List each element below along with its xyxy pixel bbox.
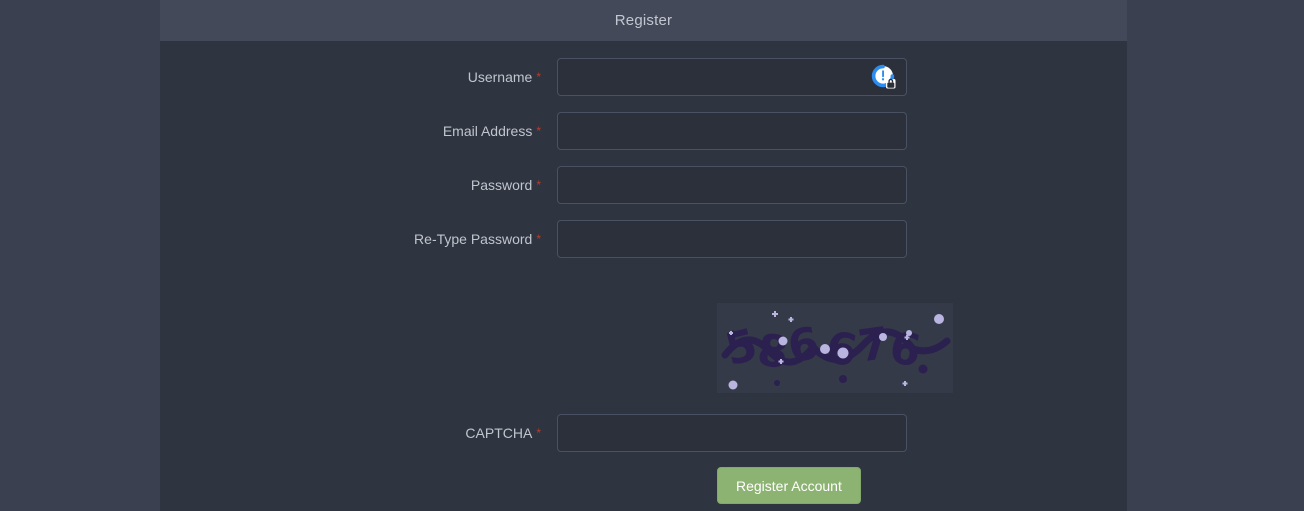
field-wrap-email <box>557 112 907 150</box>
field-wrap-captcha <box>557 414 907 452</box>
label-captcha-text: CAPTCHA <box>465 425 533 441</box>
field-wrap-retype-password <box>557 220 907 258</box>
required-asterisk: * <box>536 70 541 84</box>
form-row-email: Email Address * <box>160 112 1127 150</box>
field-wrap-username <box>557 58 907 96</box>
label-captcha: CAPTCHA * <box>160 425 541 441</box>
captcha-svg: 5 8 6 6 7 6 <box>717 303 953 393</box>
required-asterisk: * <box>536 124 541 138</box>
register-page: Register Username * Email Address * Pass… <box>0 0 1304 511</box>
required-asterisk: * <box>536 426 541 440</box>
required-asterisk: * <box>536 232 541 246</box>
form-row-username: Username * <box>160 58 1127 96</box>
label-retype-password: Re-Type Password * <box>160 231 541 247</box>
register-account-button[interactable]: Register Account <box>717 467 861 504</box>
password-manager-lock-icon[interactable] <box>871 64 897 90</box>
form-row-password: Password * <box>160 166 1127 204</box>
retype-password-input[interactable] <box>557 220 907 258</box>
panel-body: Username * Email Address * Password * Re… <box>160 41 1127 511</box>
label-retype-password-text: Re-Type Password <box>414 231 533 247</box>
register-panel: Register Username * Email Address * Pass… <box>160 0 1127 511</box>
submit-row: Register Account <box>717 467 861 504</box>
label-email-text: Email Address <box>442 123 533 139</box>
required-asterisk: * <box>536 178 541 192</box>
password-input[interactable] <box>557 166 907 204</box>
email-input[interactable] <box>557 112 907 150</box>
label-username-text: Username <box>467 69 533 85</box>
captcha-input[interactable] <box>557 414 907 452</box>
username-input[interactable] <box>557 58 907 96</box>
form-row-captcha: CAPTCHA * <box>160 414 1127 452</box>
captcha-image: 5 8 6 6 7 6 <box>717 303 953 393</box>
label-username: Username * <box>160 69 541 85</box>
field-wrap-password <box>557 166 907 204</box>
label-email: Email Address * <box>160 123 541 139</box>
form-row-retype-password: Re-Type Password * <box>160 220 1127 258</box>
label-password: Password * <box>160 177 541 193</box>
label-password-text: Password <box>470 177 533 193</box>
page-title: Register <box>614 12 673 29</box>
panel-header: Register <box>160 0 1127 41</box>
